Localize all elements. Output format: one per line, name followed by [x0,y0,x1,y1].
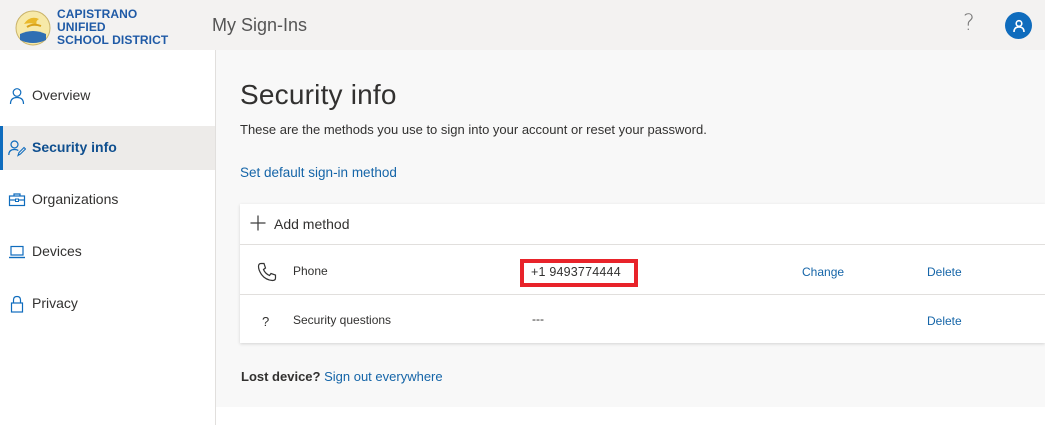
top-bar: CAPISTRANO UNIFIED SCHOOL DISTRICT My Si… [0,0,1045,50]
org-name-line1: CAPISTRANO UNIFIED [57,7,138,34]
user-icon [1012,19,1025,32]
sidebar-item-privacy[interactable]: Privacy [0,282,215,326]
add-method-label: Add method [274,216,350,232]
sign-out-everywhere-link[interactable]: Sign out everywhere [324,369,443,384]
sidebar-item-devices[interactable]: Devices [0,230,215,274]
sidebar-item-organizations[interactable]: Organizations [0,178,215,222]
org-name: CAPISTRANO UNIFIED SCHOOL DISTRICT [57,8,187,47]
security-info-icon [8,140,26,157]
lost-device-label: Lost device? [241,369,321,384]
main-content: Security info These are the methods you … [216,50,1045,407]
method-name: Security questions [293,313,392,327]
lock-icon [10,295,24,313]
phone-icon [257,262,277,282]
sidebar-item-label: Organizations [32,191,119,207]
add-method-button[interactable]: Add method [240,204,1045,245]
sidebar-item-security-info[interactable]: Security info [0,126,215,170]
district-seal-icon [15,10,51,45]
org-name-line2: SCHOOL DISTRICT [57,33,169,47]
person-icon [9,88,25,105]
method-row-phone: Phone +1 9493774444 Change Delete [240,246,1045,295]
delete-security-questions-link[interactable]: Delete [927,314,962,328]
change-phone-link[interactable]: Change [802,265,844,279]
plus-icon [250,215,266,231]
briefcase-icon [8,193,26,207]
org-logo: CAPISTRANO UNIFIED SCHOOL DISTRICT [15,8,187,47]
question-icon: ? [262,314,270,329]
delete-phone-link[interactable]: Delete [927,265,962,279]
app-title: My Sign-Ins [212,15,308,35]
sidebar-item-label: Privacy [32,295,78,311]
lost-device-line: Lost device? Sign out everywhere [241,369,443,384]
avatar[interactable] [1005,12,1032,39]
method-value: +1 9493774444 [531,265,621,279]
methods-card: Add method Phone +1 9493774444 Change De… [240,204,1045,343]
method-row-security-questions: ? Security questions --- Delete [240,295,1045,344]
set-default-method-link[interactable]: Set default sign-in method [240,165,397,180]
help-icon[interactable]: ? [963,11,975,36]
sidebar-item-overview[interactable]: Overview [0,74,215,118]
sidebar-item-label: Overview [32,87,91,103]
sidebar: Overview Security info Organizations Dev… [0,50,216,425]
page-title: Security info [240,79,397,110]
method-name: Phone [293,264,328,278]
sidebar-item-label: Devices [32,243,82,259]
sidebar-item-label: Security info [32,139,117,155]
laptop-icon [9,245,25,259]
page-description: These are the methods you use to sign in… [240,122,707,137]
method-value: --- [532,312,544,326]
